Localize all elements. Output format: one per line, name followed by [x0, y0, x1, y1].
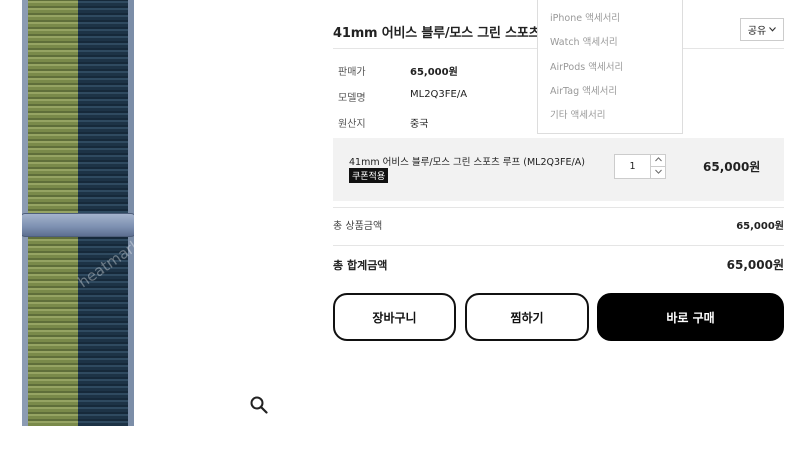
origin-label: 원산지: [338, 119, 366, 130]
menu-item-other[interactable]: 기타 액세서리: [550, 107, 605, 121]
option-price: 65,000원: [703, 160, 761, 174]
price-label: 판매가: [338, 67, 366, 78]
zoom-icon[interactable]: [250, 396, 268, 414]
buy-now-button[interactable]: 바로 구매: [597, 293, 784, 341]
model-value: ML2Q3FE/A: [410, 89, 468, 100]
category-dropdown: iPhone 액세서리 Watch 액세서리 AirPods 액세서리 AirT…: [537, 0, 683, 134]
chevron-up-icon: [655, 156, 662, 164]
menu-item-watch[interactable]: Watch 액세서리: [550, 34, 618, 48]
chevron-down-icon: [769, 24, 777, 35]
menu-item-iphone[interactable]: iPhone 액세서리: [550, 10, 620, 24]
grand-total-label: 총 합계금액: [333, 259, 388, 272]
selected-option: 41mm 어비스 블루/모스 그린 스포츠 루프 (ML2Q3FE/A) 쿠폰적…: [333, 138, 784, 201]
band-buckle: [22, 213, 134, 237]
product-image: heatmarket: [22, 0, 134, 426]
divider: [333, 207, 784, 208]
option-name: 41mm 어비스 블루/모스 그린 스포츠 루프 (ML2Q3FE/A): [349, 157, 585, 168]
model-label: 모델명: [338, 93, 366, 104]
origin-value: 중국: [410, 119, 429, 130]
grand-total-value: 65,000원: [726, 258, 784, 272]
chevron-down-icon: [655, 168, 662, 176]
quantity-stepper: 1: [614, 154, 666, 179]
menu-item-airpods[interactable]: AirPods 액세서리: [550, 59, 623, 73]
coupon-badge: 쿠폰적용: [349, 168, 389, 183]
wishlist-button[interactable]: 찜하기: [465, 293, 589, 341]
share-label: 공유: [747, 26, 767, 37]
add-to-cart-button[interactable]: 장바구니: [333, 293, 456, 341]
product-total-label: 총 상품금액: [333, 221, 383, 232]
quantity-input[interactable]: 1: [615, 155, 650, 178]
product-total-value: 65,000원: [736, 221, 784, 232]
share-button[interactable]: 공유: [740, 18, 784, 41]
price-value: 65,000원: [410, 67, 458, 78]
quantity-decrease-button[interactable]: [650, 166, 666, 178]
menu-item-airtag[interactable]: AirTag 액세서리: [550, 83, 617, 97]
divider: [333, 245, 784, 246]
quantity-increase-button[interactable]: [650, 155, 666, 167]
